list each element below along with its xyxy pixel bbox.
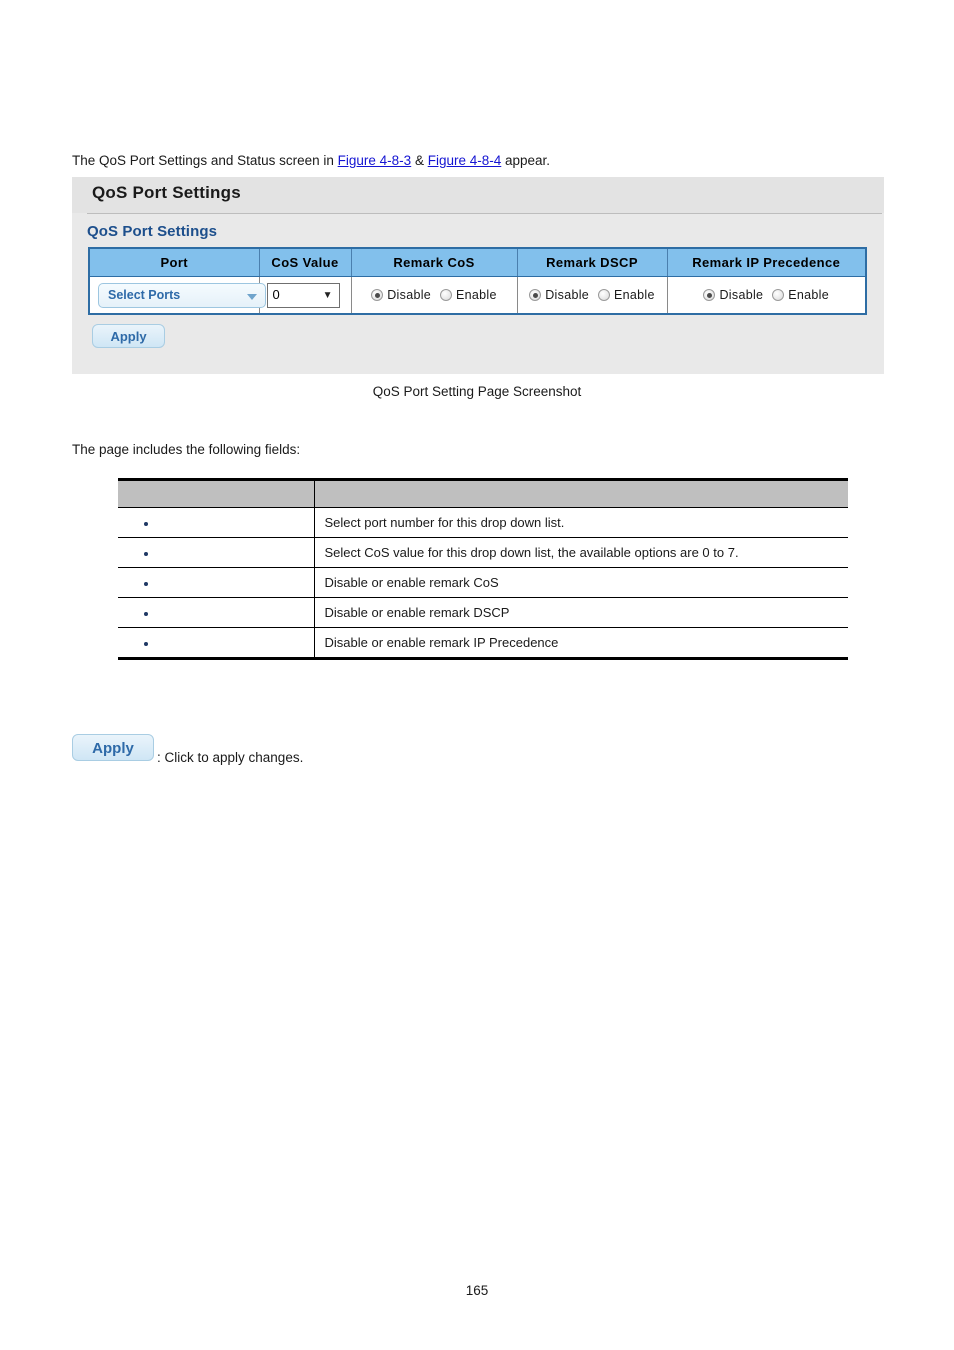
cell-remark-ip-precedence: Disable Enable (667, 276, 866, 314)
field-object-cell (118, 567, 315, 598)
intro-paragraph: The QoS Port Settings and Status screen … (72, 152, 550, 170)
panel-divider (87, 213, 882, 214)
radio-unselected-icon (772, 289, 785, 301)
chevron-down-icon: ▼ (322, 289, 333, 301)
bullet-icon (144, 641, 148, 646)
remark-ip-precedence-disable-label: Disable (719, 288, 764, 302)
remark-ip-precedence-disable-radio[interactable]: Disable (703, 288, 763, 302)
field-object-cell (118, 627, 315, 659)
remark-dscp-radio-group: Disable Enable (518, 288, 667, 302)
table-row: Select CoS value for this drop down list… (118, 537, 848, 568)
panel-title: QoS Port Settings (92, 183, 241, 202)
intro-ampersand: & (411, 153, 428, 168)
remark-ip-precedence-radio-group: Disable Enable (668, 288, 866, 302)
cell-port: Select Ports (89, 276, 266, 314)
table-row: Disable or enable remark IP Precedence (118, 627, 848, 659)
field-description-cell: Disable or enable remark IP Precedence (314, 627, 848, 659)
field-description-cell: Disable or enable remark DSCP (314, 597, 848, 628)
field-table-header-description (314, 479, 848, 508)
cell-remark-dscp: Disable Enable (517, 276, 668, 314)
radio-unselected-icon (440, 289, 453, 301)
figure-link-4-8-4[interactable]: Figure 4-8-4 (428, 153, 502, 168)
remark-ip-precedence-enable-label: Enable (788, 288, 830, 302)
select-ports-dropdown[interactable]: Select Ports (98, 282, 266, 308)
remark-dscp-enable-radio[interactable]: Enable (598, 288, 655, 302)
remark-ip-precedence-enable-radio[interactable]: Enable (772, 288, 829, 302)
cell-remark-cos: Disable Enable (351, 276, 518, 314)
field-object-cell (118, 537, 315, 568)
column-header-remark-dscp: Remark DSCP (517, 248, 668, 277)
field-description-cell: Disable or enable remark CoS (314, 567, 848, 598)
column-header-cos-value: CoS Value (259, 248, 352, 277)
qos-port-settings-table: Port CoS Value Remark CoS Remark DSCP Re… (88, 247, 867, 315)
remark-cos-disable-label: Disable (387, 288, 432, 302)
column-header-remark-cos: Remark CoS (351, 248, 518, 277)
field-description-cell: Select port number for this drop down li… (314, 507, 848, 538)
chevron-down-icon (247, 293, 257, 300)
radio-selected-icon (703, 289, 716, 301)
table-row: Disable or enable remark CoS (118, 567, 848, 598)
apply-button-legend[interactable]: Apply (72, 734, 154, 761)
remark-cos-radio-group: Disable Enable (352, 288, 517, 302)
radio-unselected-icon (598, 289, 611, 301)
remark-dscp-enable-label: Enable (614, 288, 655, 302)
field-description-table: Select port number for this drop down li… (118, 478, 848, 660)
remark-dscp-disable-radio[interactable]: Disable (529, 288, 589, 302)
section-title: QoS Port Settings (87, 223, 218, 240)
figure-link-4-8-3[interactable]: Figure 4-8-3 (338, 153, 412, 168)
table-row: Select Ports 0 ▼ Disable Enable Disable … (89, 276, 866, 314)
field-description-cell: Select CoS value for this drop down list… (314, 537, 848, 568)
radio-selected-icon (529, 289, 542, 301)
table-row: Select port number for this drop down li… (118, 507, 848, 538)
remark-cos-disable-radio[interactable]: Disable (371, 288, 431, 302)
field-object-cell (118, 507, 315, 538)
radio-selected-icon (371, 289, 384, 301)
field-table-header-row (118, 479, 848, 508)
cell-cos-value: 0 ▼ (259, 276, 352, 314)
column-header-port: Port (89, 248, 260, 277)
intro-text-after: appear. (501, 153, 551, 168)
remark-cos-enable-radio[interactable]: Enable (440, 288, 497, 302)
select-ports-label: Select Ports (108, 287, 181, 302)
field-object-cell (118, 597, 315, 628)
bullet-icon (144, 551, 148, 556)
table-header-row: Port CoS Value Remark CoS Remark DSCP Re… (89, 248, 866, 277)
bullet-icon (144, 581, 148, 586)
cos-value-current: 0 (272, 286, 280, 302)
qos-port-settings-panel: QoS Port Settings QoS Port Settings Port… (72, 177, 884, 374)
remark-dscp-disable-label: Disable (545, 288, 590, 302)
bullet-icon (144, 521, 148, 526)
apply-legend-description: : Click to apply changes. (157, 750, 304, 765)
fields-intro-text: The page includes the following fields: (72, 442, 301, 457)
cos-value-select[interactable]: 0 ▼ (266, 282, 340, 308)
intro-text-before: The QoS Port Settings and Status screen … (72, 153, 338, 168)
column-header-remark-ip-precedence: Remark IP Precedence (667, 248, 866, 277)
field-table-header-object (118, 479, 315, 508)
remark-cos-enable-label: Enable (456, 288, 497, 302)
apply-button[interactable]: Apply (92, 324, 165, 348)
page-number: 165 (465, 1283, 489, 1298)
figure-caption: QoS Port Setting Page Screenshot (372, 384, 582, 399)
table-row: Disable or enable remark DSCP (118, 597, 848, 628)
bullet-icon (144, 611, 148, 616)
